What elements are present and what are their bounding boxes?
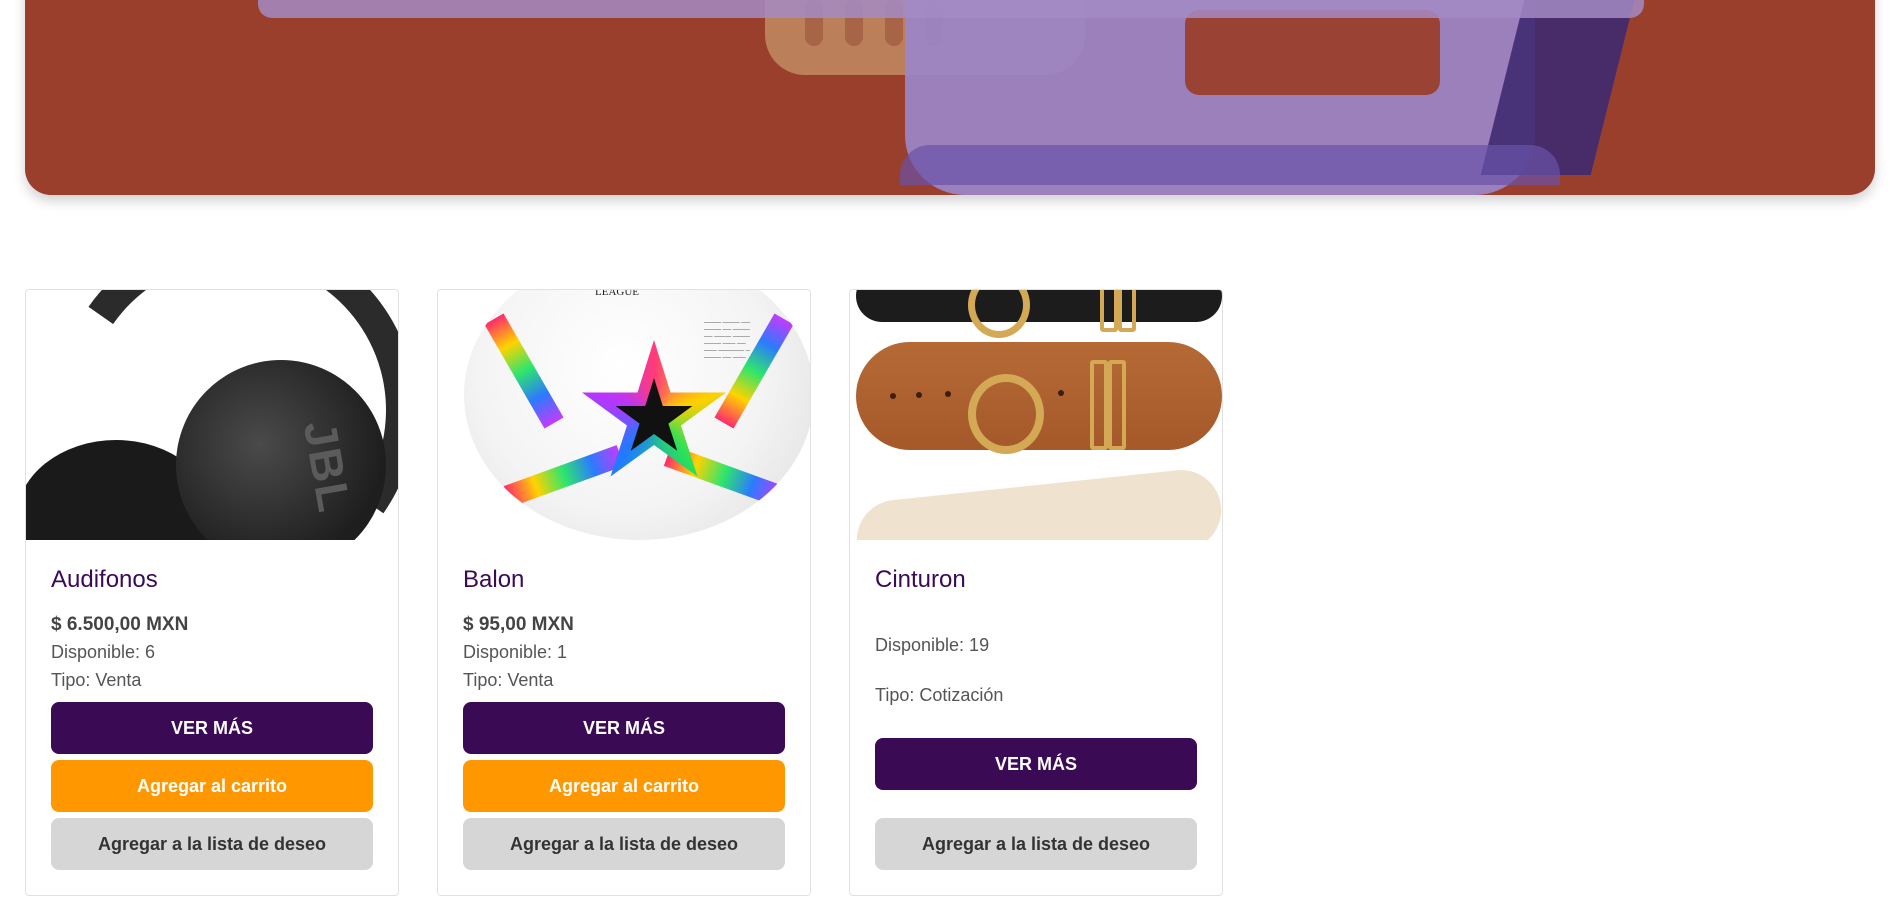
product-type: Tipo: Venta bbox=[51, 670, 142, 690]
product-type: Tipo: Venta bbox=[463, 670, 554, 690]
view-more-button[interactable]: VER MÁS bbox=[875, 738, 1197, 790]
product-image[interactable]: JBL bbox=[26, 290, 398, 540]
product-image[interactable] bbox=[850, 290, 1222, 540]
product-availability: Disponible: 19 bbox=[875, 635, 990, 655]
soccer-ball-image: UEFA CHAMPIONS LEAGUE ──── ──── ────── ─… bbox=[464, 290, 810, 540]
belts-image bbox=[852, 466, 1222, 540]
view-more-button[interactable]: VER MÁS bbox=[463, 702, 785, 754]
product-price: $ 95,00 MXN bbox=[463, 614, 574, 635]
add-to-wishlist-button[interactable]: Agregar a la lista de deseo bbox=[875, 818, 1197, 870]
ball-fine-print: ──── ──── ── ──── ── ──── ── ──── ──── ────… bbox=[704, 320, 750, 361]
ball-logo-text: UEFA CHAMPIONS LEAGUE bbox=[595, 290, 639, 298]
add-to-wishlist-button[interactable]: Agregar a la lista de deseo bbox=[463, 818, 785, 870]
product-availability: Disponible: 6 bbox=[51, 642, 156, 662]
hero-banner bbox=[25, 0, 1875, 195]
hero-search-bar bbox=[258, 0, 1644, 18]
product-type: Tipo: Cotización bbox=[875, 685, 1004, 705]
add-to-cart-button[interactable]: Agregar al carrito bbox=[463, 760, 785, 812]
product-title[interactable]: Audifonos bbox=[51, 566, 158, 594]
product-card: UEFA CHAMPIONS LEAGUE ──── ──── ────── ─… bbox=[437, 289, 811, 896]
view-more-button[interactable]: VER MÁS bbox=[51, 702, 373, 754]
product-availability: Disponible: 1 bbox=[463, 642, 568, 662]
add-to-wishlist-button[interactable]: Agregar a la lista de deseo bbox=[51, 818, 373, 870]
belt-black bbox=[856, 290, 1222, 322]
product-card: Cinturon Disponible: 19 Tipo: Cotización… bbox=[849, 289, 1223, 896]
add-to-cart-button[interactable]: Agregar al carrito bbox=[51, 760, 373, 812]
product-title[interactable]: Balon bbox=[463, 566, 524, 594]
product-title[interactable]: Cinturon bbox=[875, 566, 966, 594]
product-image[interactable]: UEFA CHAMPIONS LEAGUE ──── ──── ────── ─… bbox=[438, 290, 810, 540]
product-card: JBL Audifonos $ 6.500,00 MXN Disponible:… bbox=[25, 289, 399, 896]
product-price: $ 6.500,00 MXN bbox=[51, 614, 189, 635]
monitor-screen bbox=[1185, 10, 1440, 95]
monitor-stand bbox=[900, 145, 1560, 185]
